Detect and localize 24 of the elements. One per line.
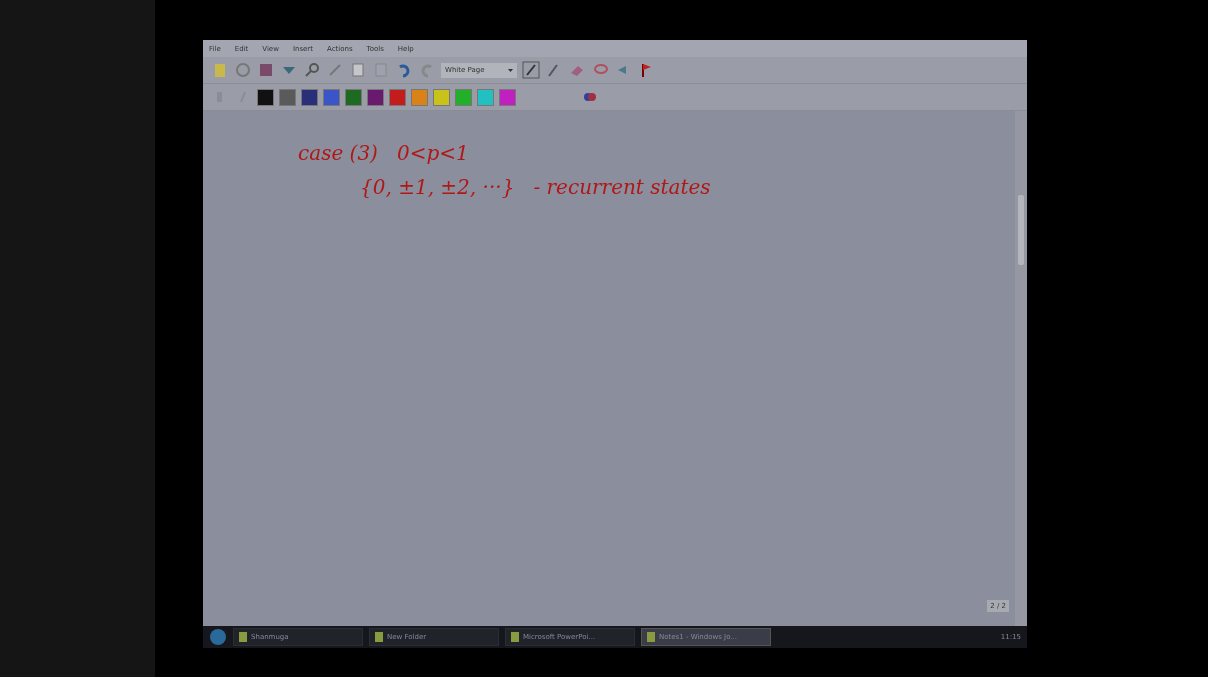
window-icon	[511, 632, 519, 642]
copy-icon[interactable]	[349, 61, 367, 79]
window-icon	[239, 632, 247, 642]
color-swatch[interactable]	[301, 88, 318, 106]
color-swatch[interactable]	[433, 88, 450, 106]
start-icon[interactable]	[209, 628, 227, 646]
pen-icon[interactable]	[522, 61, 540, 79]
window-icon	[647, 632, 655, 642]
color-swatch[interactable]	[323, 88, 340, 106]
handwritten-text: case (3) 0<p<1	[298, 141, 470, 165]
color-swatch[interactable]	[477, 88, 494, 106]
color-swatch[interactable]	[257, 88, 274, 106]
color-swatch[interactable]	[345, 88, 362, 106]
color-swatch[interactable]	[279, 88, 296, 106]
color-swatch[interactable]	[499, 88, 516, 106]
color-swatch[interactable]	[389, 88, 406, 106]
handwritten-text: {0, ±1, ±2, ···} - recurrent states	[360, 175, 712, 199]
color-swatch[interactable]	[455, 88, 472, 106]
search-icon[interactable]	[303, 61, 321, 79]
color-swatch[interactable]	[411, 88, 428, 106]
scrollbar[interactable]	[1015, 111, 1027, 626]
window-icon	[375, 632, 383, 642]
caret-icon	[508, 67, 513, 73]
color-swatch[interactable]	[367, 88, 384, 106]
